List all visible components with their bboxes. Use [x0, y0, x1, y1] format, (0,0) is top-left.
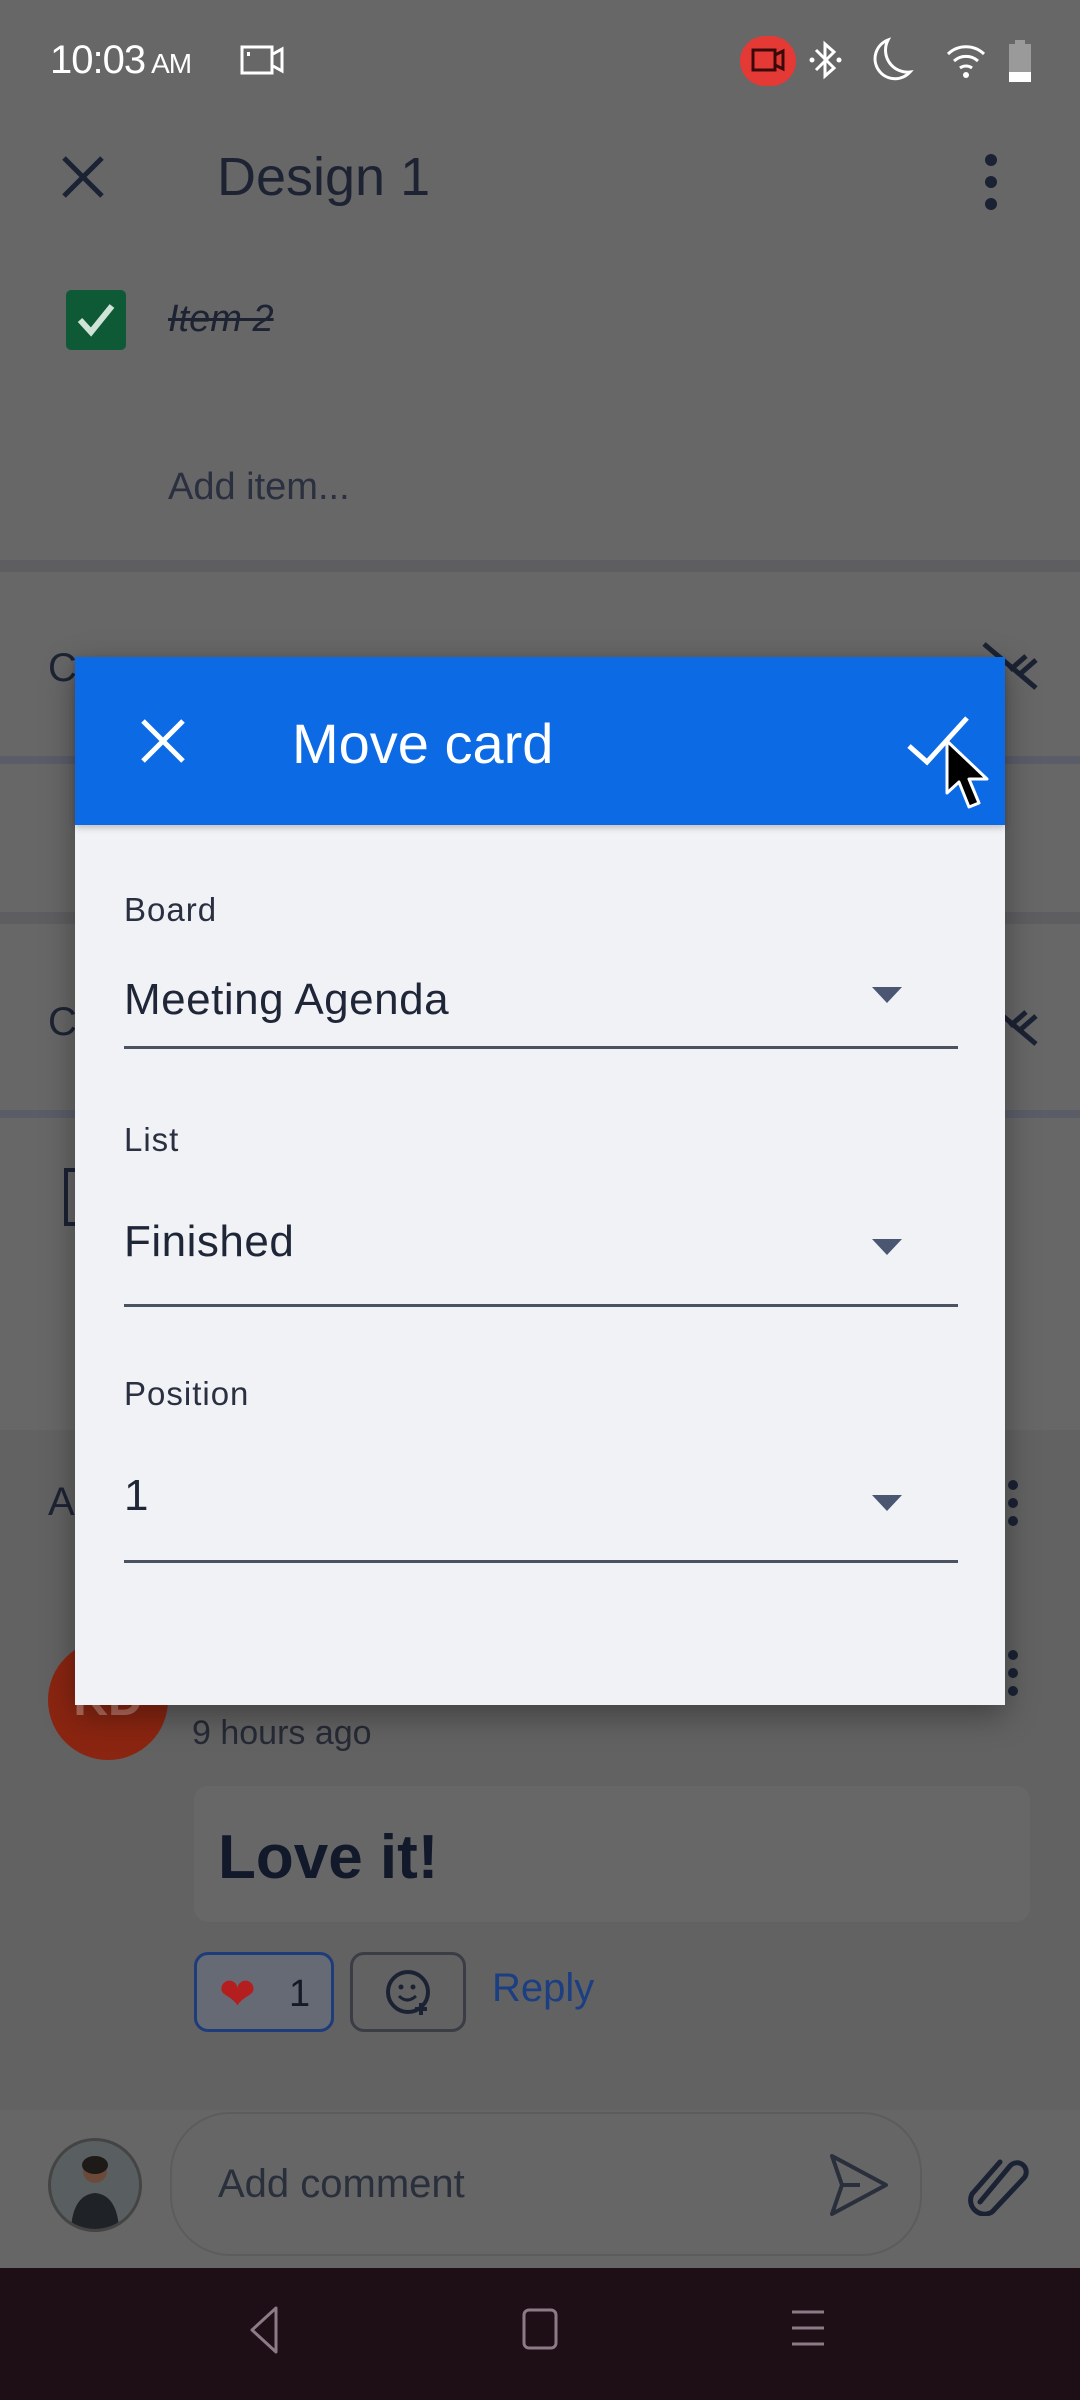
system-navigation-bar: [0, 2268, 1080, 2400]
add-emoji-icon: [386, 1970, 430, 2015]
checklist-item-text[interactable]: Item 2: [168, 298, 274, 341]
comment-menu-icon[interactable]: [1008, 1650, 1018, 1704]
reaction-count: 1: [289, 1973, 311, 2015]
checklist-item-checkbox[interactable]: [66, 290, 126, 350]
comment-timestamp: 9 hours ago: [192, 1714, 372, 1752]
close-card-icon[interactable]: [58, 152, 108, 202]
board-dropdown[interactable]: Meeting Agenda: [124, 975, 958, 1049]
status-bar: 10:03 AM: [0, 0, 1080, 120]
move-card-dialog: Move card Board Meeting Agenda List Fini…: [75, 657, 1005, 1705]
chevron-down-icon: [872, 1239, 902, 1255]
battery-icon: [1009, 40, 1031, 82]
list-value: Finished: [124, 1217, 295, 1266]
mouse-cursor-icon: [945, 739, 989, 809]
back-icon[interactable]: [244, 2302, 288, 2358]
home-icon[interactable]: [520, 2304, 560, 2356]
activity-section-title: A: [48, 1480, 75, 1524]
send-icon[interactable]: [826, 2152, 892, 2218]
attachment-icon[interactable]: [966, 2152, 1030, 2216]
section-divider: [0, 560, 1080, 572]
close-dialog-icon[interactable]: [137, 715, 189, 767]
do-not-disturb-moon-icon: [873, 37, 914, 81]
list-label: List: [124, 1121, 180, 1158]
checklist-section-title: C: [48, 1000, 77, 1044]
card-title: Design 1: [217, 147, 431, 207]
screen-record-icon: [240, 45, 284, 75]
add-item-input[interactable]: Add item...: [168, 466, 350, 509]
position-label: Position: [124, 1375, 250, 1412]
wifi-icon: [946, 45, 986, 78]
bluetooth-icon: [809, 40, 842, 80]
board-label: Board: [124, 891, 218, 928]
activity-menu-icon[interactable]: [1008, 1480, 1018, 1534]
add-comment-input[interactable]: [170, 2112, 922, 2256]
position-dropdown[interactable]: 1: [124, 1471, 958, 1563]
chevron-down-icon: [872, 987, 902, 1003]
recents-icon[interactable]: [786, 2304, 830, 2354]
card-menu-icon[interactable]: [985, 154, 997, 220]
board-value: Meeting Agenda: [124, 975, 450, 1024]
heart-icon: ❤: [219, 1970, 256, 2019]
reply-link[interactable]: Reply: [492, 1966, 594, 2011]
list-dropdown[interactable]: Finished: [124, 1217, 958, 1307]
comment-text: Love it!: [218, 1823, 439, 1892]
heart-reaction-button[interactable]: ❤ 1: [194, 1952, 334, 2032]
clock: 10:03 AM: [50, 38, 192, 82]
chevron-down-icon: [872, 1495, 902, 1511]
recording-indicator-icon: [740, 36, 796, 86]
dialog-header: Move card: [75, 657, 1005, 825]
dialog-title: Move card: [292, 712, 554, 775]
current-user-avatar: [48, 2138, 142, 2232]
add-reaction-button[interactable]: [350, 1952, 466, 2032]
checklist-section-title: C: [48, 646, 77, 690]
position-value: 1: [124, 1471, 149, 1520]
